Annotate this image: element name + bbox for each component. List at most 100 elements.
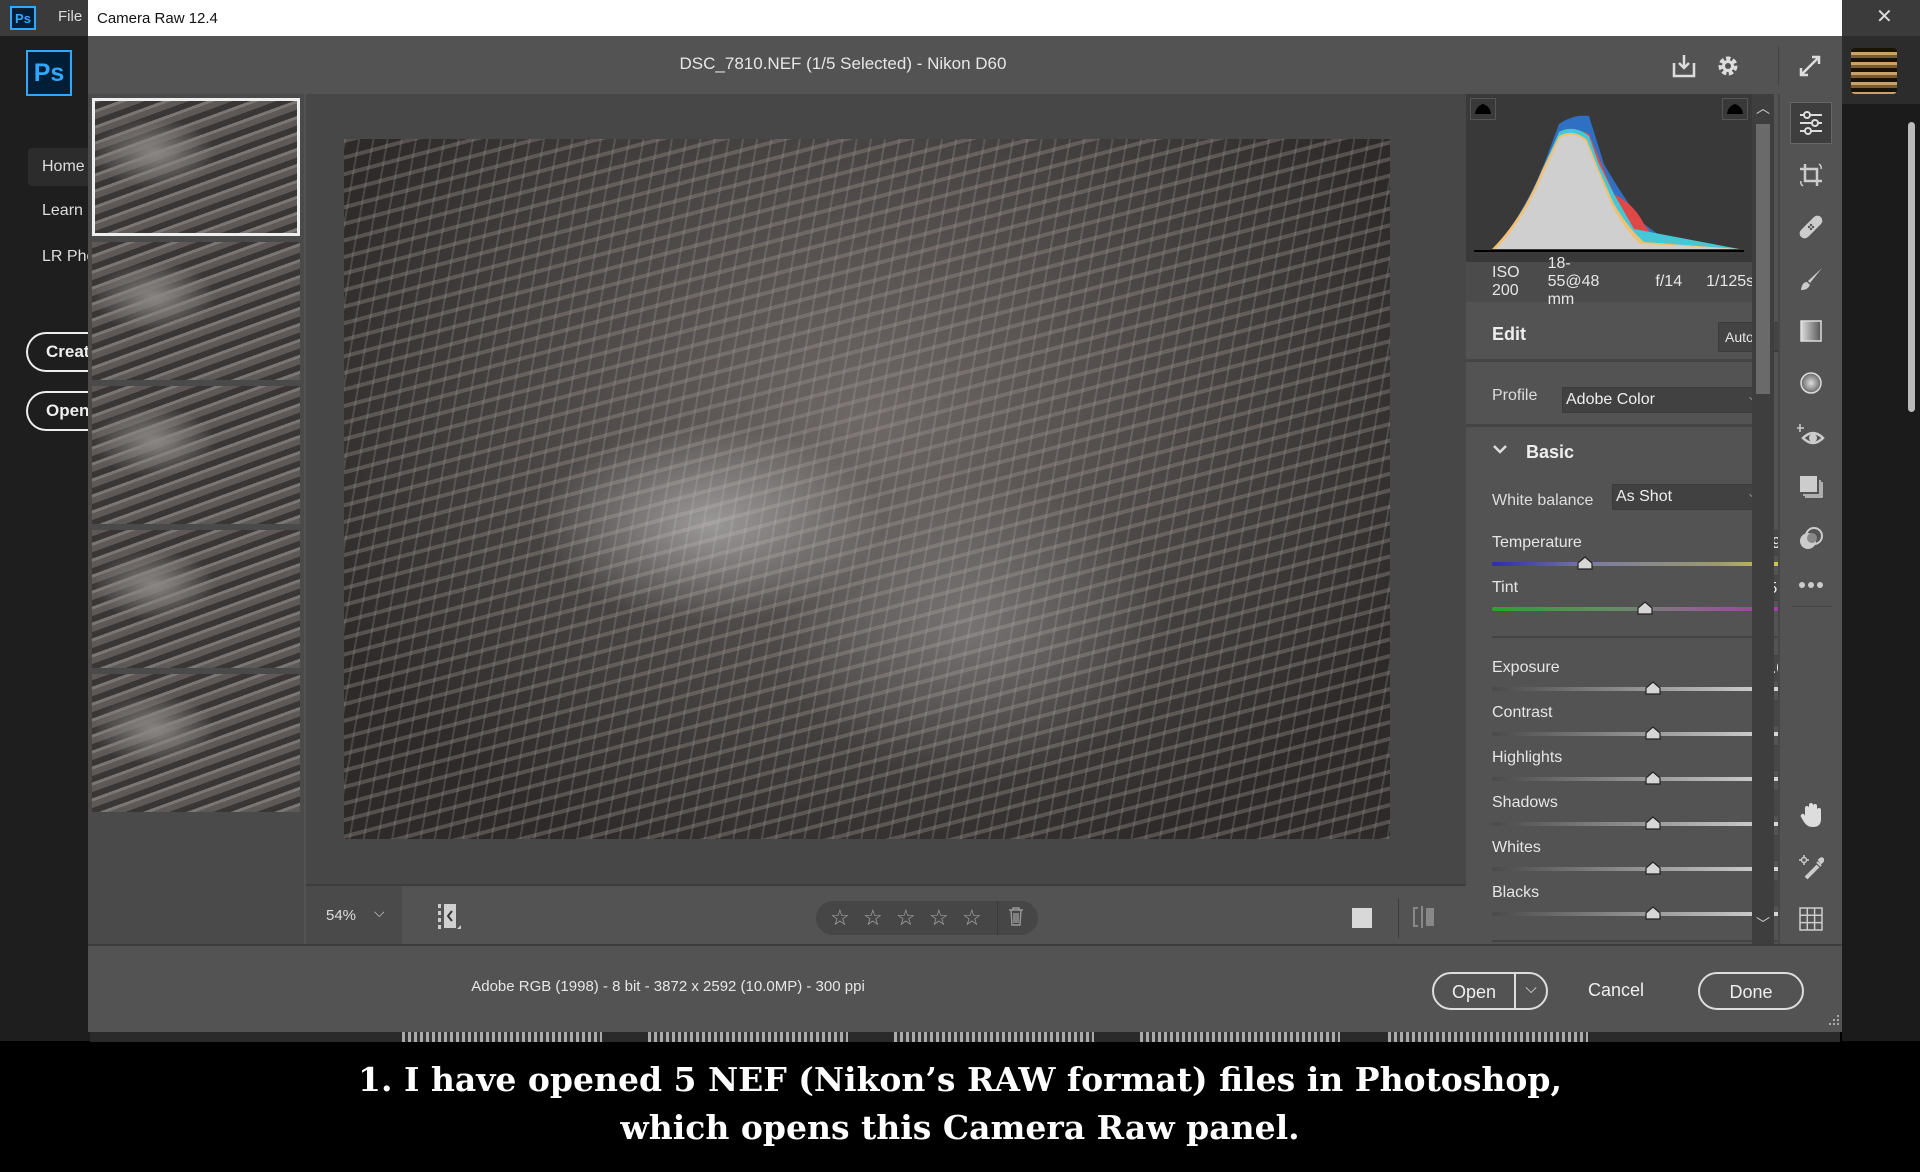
open-button[interactable]: Open — [1434, 974, 1516, 1008]
rating-star-1[interactable]: ☆ — [830, 905, 863, 931]
rating-star-3[interactable]: ☆ — [896, 905, 929, 931]
more-icon[interactable] — [1790, 564, 1832, 606]
view-divider — [1398, 898, 1399, 938]
filmstrip-thumbnail[interactable] — [92, 674, 300, 812]
trash-icon[interactable] — [1008, 906, 1024, 931]
tool-strip — [1778, 94, 1842, 944]
presets-icon[interactable] — [1790, 518, 1832, 560]
exif-info: ISO 200 18-55@48 mm f/14 1/125s — [1466, 255, 1755, 308]
image-preview-area — [306, 94, 1466, 884]
filmstrip-thumbnail[interactable] — [92, 530, 300, 668]
rating-divider — [997, 901, 998, 935]
recent-file-thumbnail[interactable] — [1851, 48, 1897, 94]
cancel-button[interactable]: Cancel — [1588, 980, 1644, 1001]
caption-line-2: which opens this Camera Raw panel. — [620, 1108, 1300, 1147]
settings-gear-icon[interactable] — [1710, 48, 1746, 84]
adjustment-brush-icon[interactable] — [1790, 258, 1832, 300]
open-button-group: Open ⌵ — [1432, 972, 1548, 1010]
open-options-dropdown[interactable]: ⌵ — [1516, 974, 1546, 1008]
dialog-title-bar: Camera Raw 12.4 — [88, 0, 1842, 36]
rating-star-4[interactable]: ☆ — [929, 905, 962, 931]
image-preview[interactable] — [344, 139, 1390, 839]
file-title: DSC_7810.NEF (1/5 Selected) - Nikon D60 — [679, 54, 1007, 73]
edit-header: Edit Auto B&W — [1466, 304, 1816, 362]
resize-grip-icon[interactable] — [1828, 1014, 1840, 1026]
slider-label-contrast: Contrast — [1492, 704, 1553, 721]
exif-lens: 18-55@48 mm — [1547, 255, 1600, 308]
header-divider — [1778, 46, 1779, 86]
create-new-button[interactable]: Create new — [26, 332, 90, 372]
basic-section-header[interactable]: Basic — [1466, 430, 1817, 474]
thumbnail-image — [92, 386, 300, 524]
slider-handle-whites[interactable] — [1645, 861, 1661, 875]
filmstrip-toggle-icon[interactable] — [436, 902, 462, 930]
edit-title: Edit — [1492, 324, 1526, 344]
color-sampler-icon[interactable] — [1790, 846, 1832, 888]
slider-handle-exposure[interactable] — [1645, 681, 1661, 695]
radial-filter-icon[interactable] — [1790, 362, 1832, 404]
scrollbar-thumb[interactable] — [1756, 124, 1770, 394]
hand-icon[interactable] — [1790, 794, 1832, 836]
menu-file[interactable]: File — [58, 8, 82, 25]
save-icon[interactable] — [1666, 48, 1702, 84]
zoom-level-value: 54% — [326, 907, 357, 924]
profile-select[interactable]: Adobe Color⌵ — [1562, 387, 1768, 413]
slider-label-blacks: Blacks — [1492, 884, 1540, 901]
red-eye-icon[interactable] — [1790, 414, 1832, 456]
chevron-down-icon[interactable]: ⌵ — [374, 904, 385, 921]
filmstrip-thumbnail[interactable] — [92, 242, 300, 380]
preview-toolbar: 54% ⌵ ☆ ☆ ☆ ☆ ☆ — [306, 884, 1466, 944]
thumbnail-image — [92, 530, 300, 668]
fullscreen-icon[interactable] — [1792, 48, 1828, 84]
slider-handle-highlights[interactable] — [1645, 771, 1661, 785]
profile-row: Profile Adobe Color⌵ — [1466, 365, 1814, 427]
slider-handle-blacks[interactable] — [1645, 906, 1661, 920]
filmstrip-thumbnail[interactable] — [92, 98, 300, 236]
slider-label-exposure: Exposure — [1492, 659, 1560, 676]
graduated-filter-icon[interactable] — [1790, 310, 1832, 352]
nav-learn[interactable]: Learn — [28, 192, 90, 230]
grid-overlay-icon[interactable] — [1790, 898, 1832, 940]
slider-handle-temperature[interactable] — [1577, 556, 1593, 570]
slider-handle-tint[interactable] — [1637, 601, 1653, 615]
rating-star-2[interactable]: ☆ — [863, 905, 896, 931]
slider-label-highlights: Highlights — [1492, 749, 1563, 766]
nav-home[interactable]: Home — [28, 148, 90, 186]
photoshop-scrollbar[interactable] — [1908, 122, 1915, 412]
scroll-down-icon[interactable]: ﹀ — [1752, 914, 1774, 934]
zoom-level-select[interactable]: 54% — [306, 886, 402, 944]
dialog-footer: Adobe RGB (1998) - 8 bit - 3872 x 2592 (… — [88, 944, 1842, 1032]
done-button[interactable]: Done — [1698, 972, 1804, 1010]
panel-scrollbar[interactable]: ︿ ﹀ — [1752, 94, 1774, 944]
slider-label-tint: Tint — [1492, 579, 1519, 596]
rating-star-5[interactable]: ☆ — [962, 905, 995, 931]
before-after-view-icon[interactable] — [1412, 904, 1438, 930]
snapshots-icon[interactable] — [1790, 466, 1832, 508]
thumbnail-image — [92, 98, 300, 236]
scroll-up-icon[interactable]: ︿ — [1752, 98, 1774, 118]
slider-label-temperature: Temperature — [1492, 534, 1582, 551]
thumbnail-image — [92, 674, 300, 812]
crop-rotate-icon[interactable] — [1790, 154, 1832, 196]
slider-label-whites: Whites — [1492, 839, 1541, 856]
slider-handle-contrast[interactable] — [1645, 726, 1661, 740]
filmstrip-thumbnail[interactable] — [92, 386, 300, 524]
photoshop-logo: Ps — [26, 50, 72, 96]
exif-aperture: f/14 — [1655, 273, 1683, 290]
camera-raw-dialog: Camera Raw 12.4 DSC_7810.NEF (1/5 Select… — [88, 0, 1842, 1032]
window-close-icon[interactable]: ✕ — [1876, 4, 1893, 29]
edit-sliders-icon[interactable] — [1790, 102, 1832, 144]
workflow-options-link[interactable]: Adobe RGB (1998) - 8 bit - 3872 x 2592 (… — [88, 978, 1328, 995]
white-balance-select[interactable]: As Shot⌵ — [1612, 484, 1768, 510]
open-file-button[interactable]: Open — [26, 391, 90, 431]
dialog-header: DSC_7810.NEF (1/5 Selected) - Nikon D60 — [88, 36, 1842, 94]
file-info-text[interactable]: Adobe RGB (1998) - 8 bit - 3872 x 2592 (… — [471, 978, 865, 995]
chevron-down-icon[interactable] — [1492, 440, 1508, 460]
slider-handle-shadows[interactable] — [1645, 816, 1661, 830]
single-view-icon[interactable] — [1352, 908, 1372, 928]
nav-lr-photos[interactable]: LR Photos — [28, 238, 90, 276]
exif-shutter: 1/125s — [1706, 273, 1755, 290]
photoshop-home-sidebar — [0, 36, 90, 1041]
healing-bandage-icon[interactable] — [1790, 206, 1832, 248]
caption-line-1: 1. I have opened 5 NEF (Nikon’s RAW form… — [358, 1060, 1562, 1099]
